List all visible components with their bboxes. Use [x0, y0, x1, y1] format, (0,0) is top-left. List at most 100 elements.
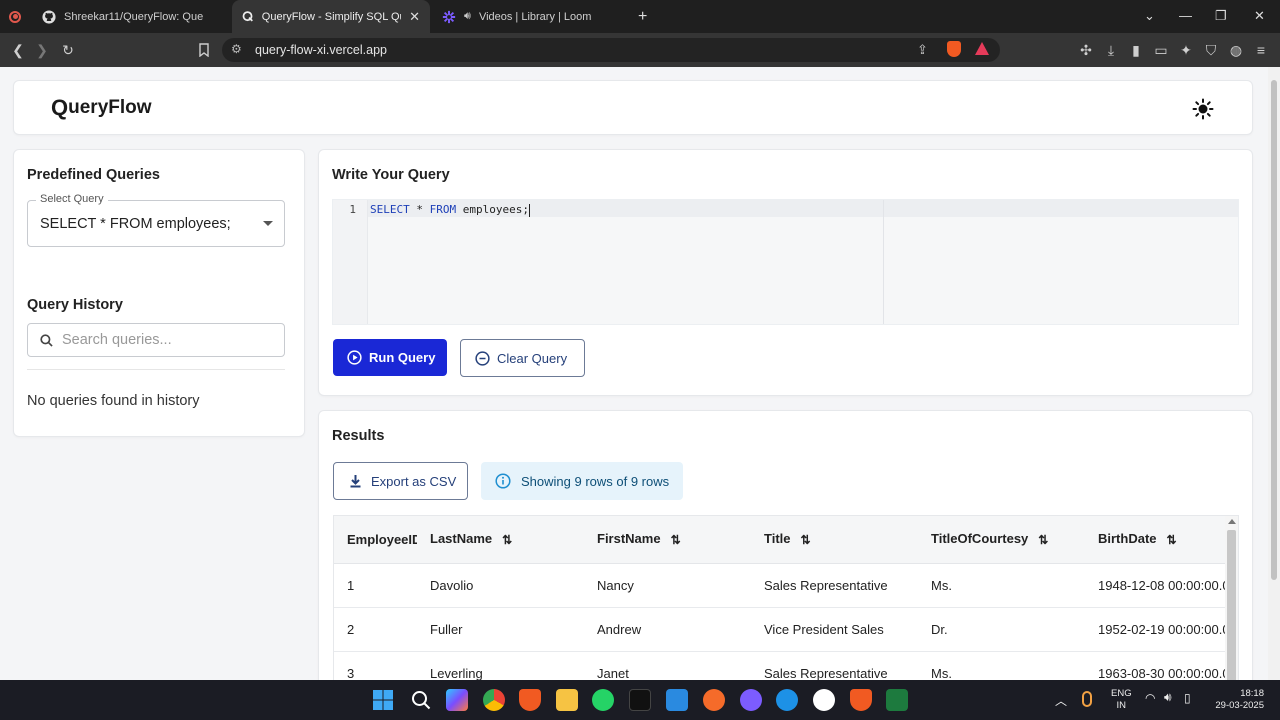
results-table-container[interactable]: EmployeeID LastName ⇅ FirstName ⇅ Title ⇅ T…	[333, 515, 1239, 680]
address-bar[interactable]: ⚙︎ query-flow-xi.vercel.app ⇪	[222, 38, 1000, 62]
mongodb-compass-icon[interactable]	[813, 689, 835, 711]
app-logo[interactable]: Q ueryFlow	[51, 97, 152, 119]
copilot-icon[interactable]	[446, 689, 468, 711]
tab-loom[interactable]: 🔊︎ Videos | Library | Loom	[432, 0, 630, 33]
brave-shields-icon[interactable]	[947, 41, 961, 57]
sort-icon[interactable]: ⇅	[1167, 533, 1177, 547]
share-icon[interactable]: ⇪	[917, 42, 928, 58]
windows-start-icon[interactable]	[372, 689, 394, 711]
table-cell: Andrew	[584, 607, 751, 652]
table-cell: 3	[334, 651, 417, 680]
scrollbar-thumb[interactable]	[1227, 530, 1236, 680]
scroll-up-arrow-icon[interactable]	[1228, 519, 1236, 524]
table-cell: Sales Representative	[751, 651, 918, 680]
bookmark-icon[interactable]	[196, 42, 212, 58]
column-header-titleofcourtesy[interactable]: TitleOfCourtesy ⇅	[918, 516, 1085, 564]
docker-icon[interactable]	[776, 689, 798, 711]
vpn-icon[interactable]: ⛉	[1203, 42, 1219, 58]
column-header-employeeid[interactable]: EmployeeID	[334, 516, 417, 564]
minimize-icon[interactable]: —	[1179, 8, 1192, 23]
excel-icon[interactable]	[886, 689, 908, 711]
tab-label: Shreekar11/QueryFlow: QueryFlow	[64, 10, 204, 23]
back-icon[interactable]: ❮	[10, 42, 26, 58]
editor-gutter: 1	[333, 200, 368, 324]
play-circle-icon	[347, 350, 362, 365]
column-header-lastname[interactable]: LastName ⇅	[417, 516, 584, 564]
code-line[interactable]: SELECT * FROM employees;	[370, 203, 530, 217]
loom-icon	[442, 10, 456, 23]
sort-icon[interactable]: ⇅	[671, 533, 681, 547]
sidebar-icon[interactable]: ▮	[1128, 42, 1144, 58]
system-clock[interactable]: 18:18 29-03-2025	[1212, 688, 1264, 712]
minus-circle-icon	[475, 350, 490, 366]
page-scrollbar-thumb[interactable]	[1271, 80, 1277, 580]
select-query-label: Select Query	[36, 193, 108, 205]
tab-label: QueryFlow - Simplify SQL Quer	[261, 10, 402, 23]
tray-chevron-icon[interactable]: ︿	[1055, 692, 1067, 709]
vscode-icon[interactable]	[666, 689, 688, 711]
brave-taskbar-icon[interactable]	[519, 689, 541, 711]
capcut-icon[interactable]	[629, 689, 651, 711]
sort-icon[interactable]: ⇅	[1038, 533, 1048, 547]
downloads-icon[interactable]: ⤓	[1103, 42, 1119, 58]
page-scrollbar[interactable]	[1268, 67, 1280, 680]
table-cell: 1948-12-08 00:00:00.000	[1085, 563, 1238, 608]
brave-beta-icon[interactable]	[850, 689, 872, 711]
file-explorer-icon[interactable]	[556, 689, 578, 711]
run-query-button[interactable]: Run Query	[333, 339, 447, 376]
tab-search-chevron-icon[interactable]: ⌄	[1144, 8, 1155, 24]
whatsapp-icon[interactable]	[592, 689, 614, 711]
history-empty-text: No queries found in history	[27, 393, 200, 409]
theme-toggle-button[interactable]	[1192, 98, 1214, 120]
close-tab-icon[interactable]: ✕	[409, 9, 420, 25]
search-input[interactable]	[62, 331, 272, 349]
export-csv-button[interactable]: Export as CSV	[333, 462, 468, 500]
profile-icon[interactable]: ◍	[1228, 42, 1244, 58]
recording-icon[interactable]	[9, 10, 21, 23]
sort-icon[interactable]: ⇅	[502, 533, 512, 547]
table-cell: Fuller	[417, 607, 584, 652]
query-select[interactable]: Select Query SELECT * FROM employees;	[27, 193, 285, 247]
table-cell: 2	[334, 607, 417, 652]
results-table: EmployeeID LastName ⇅ FirstName ⇅ Title ⇅ T…	[334, 516, 1238, 680]
chrome-icon[interactable]	[483, 689, 505, 711]
leo-ai-icon[interactable]: ✦	[1178, 42, 1194, 58]
volume-icon[interactable]: 🔊︎	[1164, 690, 1172, 705]
language-indicator[interactable]: ENG IN	[1111, 688, 1132, 712]
maximize-icon[interactable]: ❐	[1215, 8, 1227, 24]
postman-icon[interactable]	[703, 689, 725, 711]
wallet-icon[interactable]: ▭	[1153, 42, 1169, 58]
battery-icon[interactable]: ▯	[1184, 691, 1191, 705]
search-icon	[40, 334, 53, 347]
logo-text: ueryFlow	[68, 97, 152, 118]
github-icon	[42, 9, 56, 24]
clear-query-button[interactable]: Clear Query	[460, 339, 585, 377]
loom-taskbar-icon[interactable]	[740, 689, 762, 711]
table-cell: 1963-08-30 00:00:00.000	[1085, 651, 1238, 680]
column-header-birthdate[interactable]: BirthDate ⇅	[1085, 516, 1238, 564]
forward-icon[interactable]: ❯	[34, 42, 50, 58]
new-tab-button[interactable]: +	[638, 8, 647, 26]
sort-icon[interactable]: ⇅	[801, 533, 811, 547]
run-query-label: Run Query	[369, 350, 436, 365]
menu-icon[interactable]: ≡	[1253, 42, 1269, 58]
column-header-title[interactable]: Title ⇅	[751, 516, 918, 564]
tab-queryflow[interactable]: QueryFlow - Simplify SQL Quer ✕	[232, 0, 430, 33]
row-count-info: Showing 9 rows of 9 rows	[481, 462, 683, 500]
sql-editor[interactable]: 1 SELECT * FROM employees;	[332, 199, 1239, 325]
history-search[interactable]	[27, 323, 285, 357]
column-header-firstname[interactable]: FirstName ⇅	[584, 516, 751, 564]
tab-github[interactable]: Shreekar11/QueryFlow: QueryFlow	[32, 0, 228, 33]
extensions-icon[interactable]: ✣	[1078, 42, 1094, 58]
brave-rewards-icon[interactable]	[975, 42, 989, 55]
query-editor-panel: Write Your Query 1 SELECT * FROM employe…	[318, 149, 1253, 396]
microphone-icon[interactable]	[1082, 691, 1092, 707]
table-row: 1 Davolio Nancy Sales Representative Ms.…	[334, 563, 1238, 608]
close-window-icon[interactable]: ✕	[1254, 8, 1265, 24]
search-taskbar-icon[interactable]	[410, 689, 432, 711]
table-scrollbar[interactable]	[1225, 516, 1238, 680]
reload-icon[interactable]: ↻	[60, 42, 76, 58]
text-caret	[528, 203, 530, 217]
wifi-icon[interactable]: ◠	[1145, 691, 1155, 705]
site-settings-icon[interactable]: ⚙︎	[231, 42, 242, 56]
